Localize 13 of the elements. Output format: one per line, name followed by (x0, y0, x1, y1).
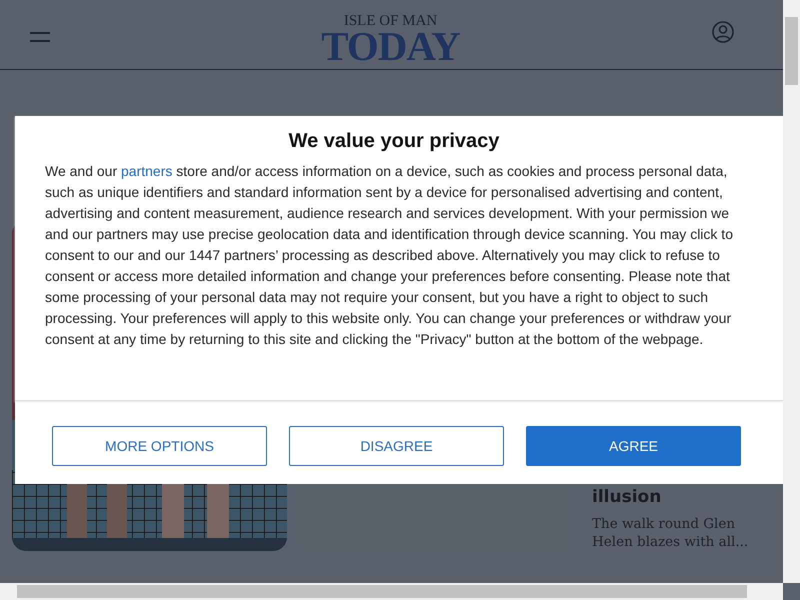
horizontal-scrollbar[interactable] (0, 583, 783, 600)
account-icon[interactable] (712, 20, 734, 42)
menu-icon[interactable] (29, 32, 51, 42)
consent-button[interactable]: MORE OPTIONS (52, 426, 267, 466)
article-summary: The walk round Glen Helen blazes with all... (592, 515, 750, 551)
article-title[interactable]: illusion (592, 487, 762, 507)
partners-link[interactable]: partners (121, 163, 172, 179)
logo-subtitle: ISLE OF MAN (344, 14, 438, 28)
consent-button[interactable]: AGREE (526, 426, 741, 466)
consent-button[interactable]: DISAGREE (289, 426, 504, 466)
vertical-scrollbar[interactable] (783, 0, 800, 583)
dialog-title: We value your privacy (288, 129, 500, 153)
consent-text: We and our partners store and/or access information on a device, such as cookies and process personal data, such as unique identifiers and standard information sent by a device for personalised advertising and content, advertising and content measurement, audience research and services development. With your permission we and our partners may use precise geolocation data and identification through device scanning. You may click to consent to our and our 1447 partners’ processing as described above. Alternatively you may click to refuse to consent or access more detailed information and change your preferences before consenting. Please note that some processing of your personal data may not require your consent, but you have a right to object to such processing. Your preferences will apply to this website only. You can change your preferences or withdraw your consent at any time by returning to this site and clicking the "Privacy" button at the bottom of the webpage. (45, 162, 734, 349)
